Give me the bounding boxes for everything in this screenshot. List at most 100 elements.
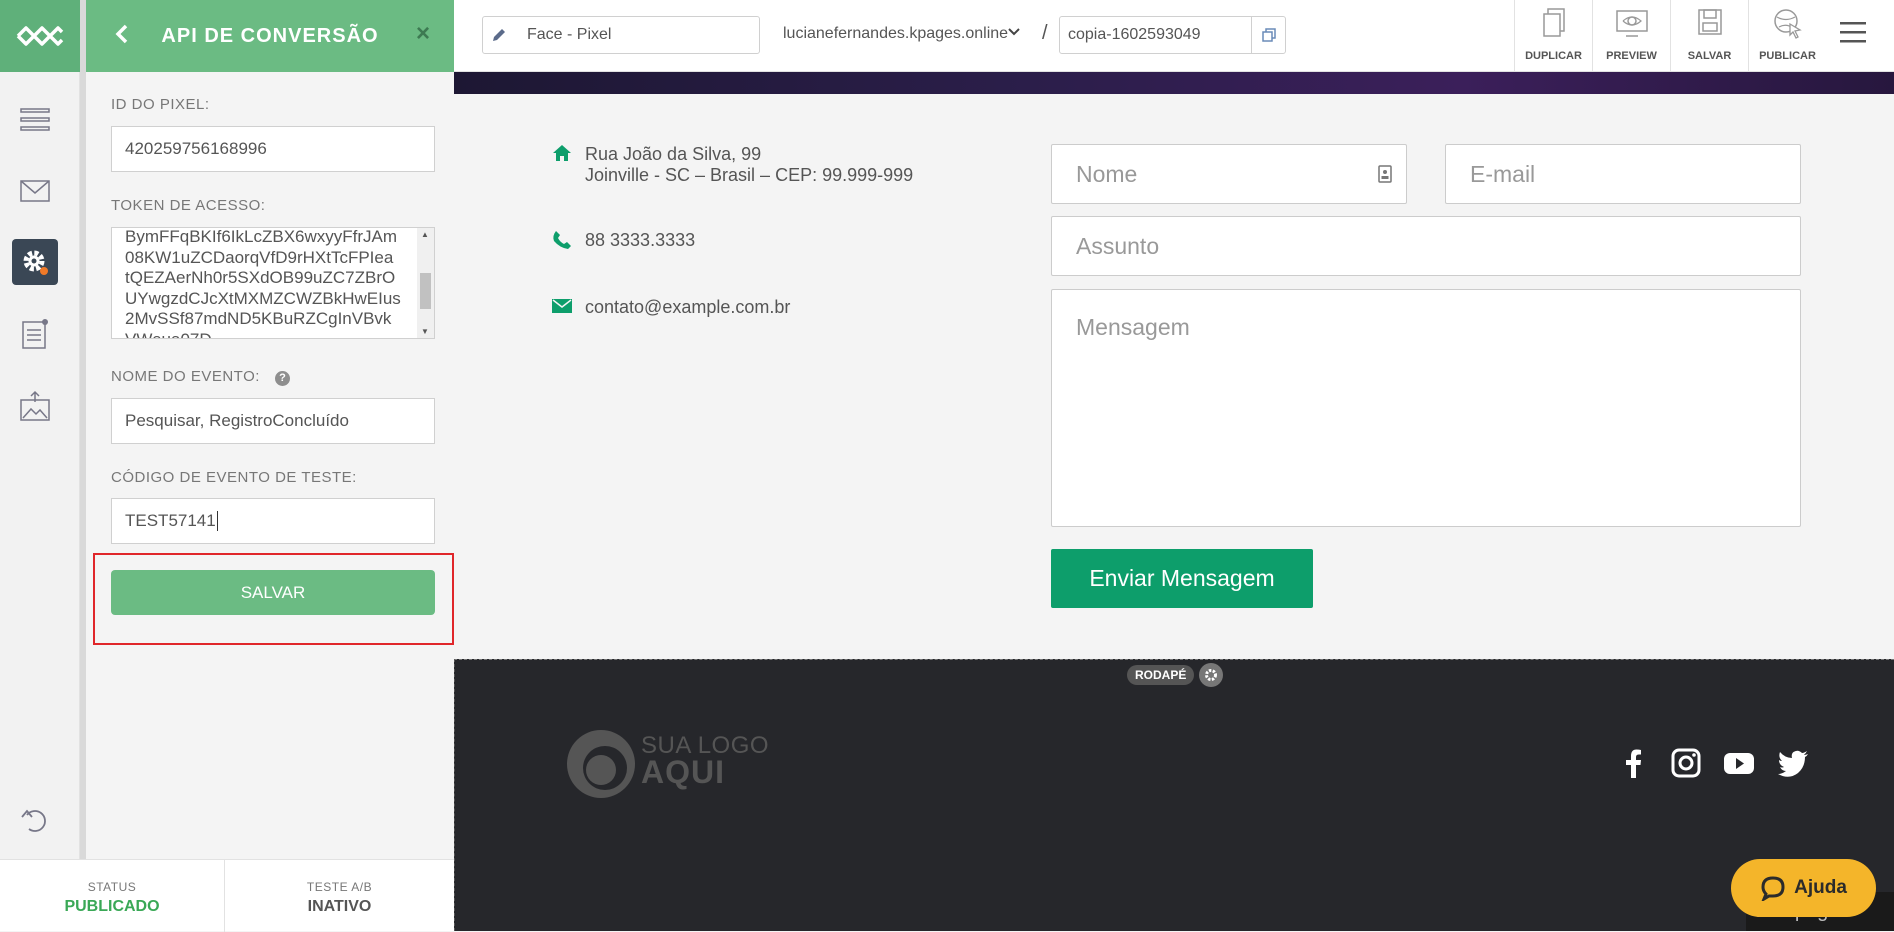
status-key: STATUS [87, 880, 137, 894]
event-name-input[interactable]: Pesquisar, RegistroConcluído [111, 398, 435, 444]
gear-icon [1205, 669, 1217, 681]
event-name-label: NOME DO EVENTO: [111, 368, 260, 385]
test-event-code-value: TEST57141 [125, 511, 216, 530]
subject-placeholder: Assunto [1076, 232, 1160, 259]
pixel-id-input[interactable]: 420259756168996 [111, 126, 435, 172]
status-value: PUBLICADO [64, 898, 160, 915]
address-line-2: Joinville - SC – Brasil – CEP: 99.999-99… [585, 165, 914, 185]
slug-input[interactable]: copia-1602593049 [1059, 16, 1286, 54]
name-input[interactable]: Nome [1051, 144, 1407, 204]
save-button[interactable]: SALVAR [111, 570, 435, 615]
path-separator: / [1042, 22, 1048, 44]
panel-header: API DE CONVERSÃO × [86, 0, 454, 72]
test-event-code-label: CÓDIGO DE EVENTO DE TESTE: [111, 469, 357, 486]
close-icon[interactable]: × [416, 20, 430, 48]
footer-settings-button[interactable] [1199, 663, 1223, 687]
undo-icon [21, 809, 46, 832]
ab-test-cell[interactable]: TESTE A/B INATIVO [225, 860, 454, 932]
email-placeholder: E-mail [1470, 160, 1536, 187]
send-message-button[interactable]: Enviar Mensagem [1051, 549, 1313, 608]
monitor-icon [1615, 10, 1648, 37]
pencil-icon [493, 29, 505, 41]
scroll-up-icon[interactable]: ▲ [421, 230, 429, 239]
message-placeholder: Mensagem [1076, 314, 1190, 340]
icon-rail [0, 0, 80, 859]
footer-section: RODAPÉ SUA LOGO AQUI [454, 659, 1894, 931]
image-upload-icon [20, 390, 50, 421]
conversion-api-panel: API DE CONVERSÃO × ID DO PIXEL: 42025975… [80, 0, 454, 859]
preview-button[interactable]: PREVIEW [1592, 0, 1670, 72]
access-token-textarea[interactable]: BymFFqBKIf6IkLcZBX6wxyyFfrJAm 08KW1uZCDa… [111, 227, 435, 339]
duplicate-icon [1542, 8, 1565, 37]
publish-label: PUBLICAR [1759, 50, 1816, 62]
settings-button[interactable] [12, 239, 58, 285]
test-event-code-input[interactable]: TEST57141 [111, 498, 435, 544]
address-line-1: Rua João da Silva, 99 [585, 144, 762, 164]
token-line: 2MvSSf87mdND5KBuRZCgInVBvk [125, 309, 392, 328]
duplicate-button[interactable]: DUPLICAR [1514, 0, 1592, 72]
duplicate-label: DUPLICAR [1525, 50, 1582, 62]
globe-cursor-icon [1773, 9, 1802, 39]
twitter-icon[interactable] [1777, 748, 1809, 778]
page-name-input[interactable]: Face - Pixel [482, 16, 760, 54]
logo-swirl-icon [567, 730, 635, 798]
token-line: UYwgzdCJcXtMXMZCWZBkHwEIus [125, 288, 401, 308]
logo-text-line-2: AQUI [641, 754, 725, 790]
top-toolbar: Face - Pixel lucianefernandes.kpages.onl… [454, 0, 1894, 72]
scrollbar-thumb[interactable] [420, 273, 431, 309]
panel-title: API DE CONVERSÃO [161, 24, 379, 47]
facebook-icon[interactable] [1623, 748, 1643, 778]
ab-test-key: TESTE A/B [306, 880, 373, 894]
email-button[interactable] [12, 168, 58, 214]
logo-icon [16, 26, 64, 46]
floppy-disk-icon [1697, 9, 1722, 35]
text-cursor [216, 511, 218, 531]
message-textarea[interactable]: Mensagem [1051, 289, 1801, 527]
ab-test-value: INATIVO [307, 898, 372, 915]
help-label: Ajuda [1794, 877, 1847, 898]
undo-button[interactable] [12, 796, 58, 842]
scroll-down-icon[interactable]: ▼ [421, 327, 429, 336]
logo-placeholder[interactable]: SUA LOGO AQUI [565, 728, 769, 805]
phone-number: 88 3333.3333 [585, 230, 696, 250]
name-placeholder: Nome [1076, 160, 1138, 187]
domain-select[interactable]: lucianefernandes.kpages.online [783, 25, 1008, 43]
copy-icon [1261, 28, 1276, 42]
page-name-value: Face - Pixel [527, 26, 612, 43]
preview-label: PREVIEW [1606, 50, 1657, 62]
sections-button[interactable] [12, 97, 58, 143]
back-arrow-icon[interactable] [114, 22, 130, 46]
access-token-text: BymFFqBKIf6IkLcZBX6wxyyFfrJAm 08KW1uZCDa… [125, 228, 415, 338]
home-icon [553, 145, 571, 161]
contact-card-icon [1378, 165, 1392, 183]
help-button[interactable]: Ajuda [1731, 859, 1876, 917]
chevron-down-icon[interactable] [1007, 27, 1021, 37]
save-page-label: SALVAR [1687, 50, 1732, 62]
status-cell[interactable]: STATUS PUBLICADO [0, 860, 225, 932]
publish-button[interactable]: PUBLICAR [1748, 0, 1826, 72]
email-address: contato@example.com.br [585, 297, 791, 317]
access-token-label: TOKEN DE ACESSO: [111, 197, 266, 214]
footer-badge[interactable]: RODAPÉ [1127, 665, 1195, 685]
gear-icon [23, 250, 48, 275]
app-logo[interactable] [0, 0, 80, 72]
document-icon [22, 319, 48, 349]
image-upload-button[interactable] [12, 383, 58, 429]
hamburger-menu-icon[interactable] [1838, 18, 1868, 46]
pixel-id-label: ID DO PIXEL: [111, 96, 210, 113]
save-page-button[interactable]: SALVAR [1670, 0, 1748, 72]
instagram-icon[interactable] [1671, 748, 1701, 778]
youtube-icon[interactable] [1723, 748, 1755, 778]
form-button[interactable] [12, 311, 58, 357]
copy-button[interactable] [1251, 17, 1285, 53]
slug-value: copia-1602593049 [1068, 26, 1201, 43]
question-icon[interactable]: ? [275, 371, 290, 386]
email-icon [552, 299, 572, 313]
envelope-icon [20, 180, 50, 202]
email-input[interactable]: E-mail [1445, 144, 1801, 204]
subject-input[interactable]: Assunto [1051, 216, 1801, 276]
token-line: tQEZAerNh0r5SXdOB99uZC7ZBrO [125, 268, 396, 287]
list-icon [20, 108, 50, 131]
textarea-scrollbar[interactable]: ▲ ▼ [417, 228, 434, 338]
contact-section: Rua João da Silva, 99 Joinville - SC – B… [454, 94, 1894, 659]
